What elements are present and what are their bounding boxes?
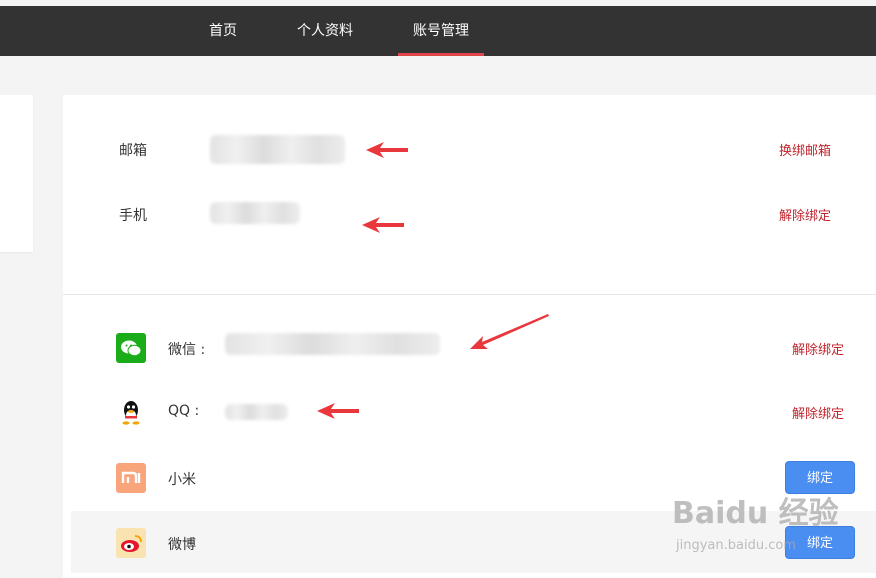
section-divider: [63, 294, 876, 295]
top-nav-bar: 首页 个人资料 账号管理: [0, 6, 876, 56]
unbind-qq-link[interactable]: 解除绑定: [792, 403, 844, 422]
nav-item-profile[interactable]: 个人资料: [290, 6, 360, 56]
red-arrow-email: [366, 142, 408, 158]
change-email-link[interactable]: 换绑邮箱: [779, 140, 831, 159]
unbind-wechat-link[interactable]: 解除绑定: [792, 339, 844, 358]
nav-item-home[interactable]: 首页: [199, 6, 247, 56]
qq-account-blurred: [225, 404, 288, 420]
red-arrow-qq: [317, 403, 359, 419]
weibo-label: 微博: [168, 537, 196, 553]
phone-label: 手机: [119, 208, 147, 224]
baidu-jingyan-watermark: Baidu 经验: [672, 496, 839, 531]
wechat-label: 微信 :: [168, 342, 206, 358]
email-value-blurred: [210, 135, 345, 164]
qq-icon: [116, 397, 146, 427]
phone-value-blurred: [210, 202, 300, 224]
red-arrow-phone: [362, 217, 404, 233]
red-arrow-wechat: [470, 314, 549, 349]
watermark-url: jingyan.baidu.com: [676, 538, 796, 553]
email-label: 邮箱: [119, 143, 147, 159]
xiaomi-label: 小米: [168, 472, 196, 488]
qq-label: QQ :: [168, 403, 200, 419]
unbind-phone-link[interactable]: 解除绑定: [779, 205, 831, 224]
nav-item-account-management[interactable]: 账号管理: [398, 6, 484, 56]
left-sidebar-card: [0, 95, 33, 252]
wechat-account-blurred: [225, 333, 440, 355]
weibo-icon: [116, 528, 146, 558]
xiaomi-icon: [116, 463, 146, 493]
wechat-icon: [116, 333, 146, 363]
